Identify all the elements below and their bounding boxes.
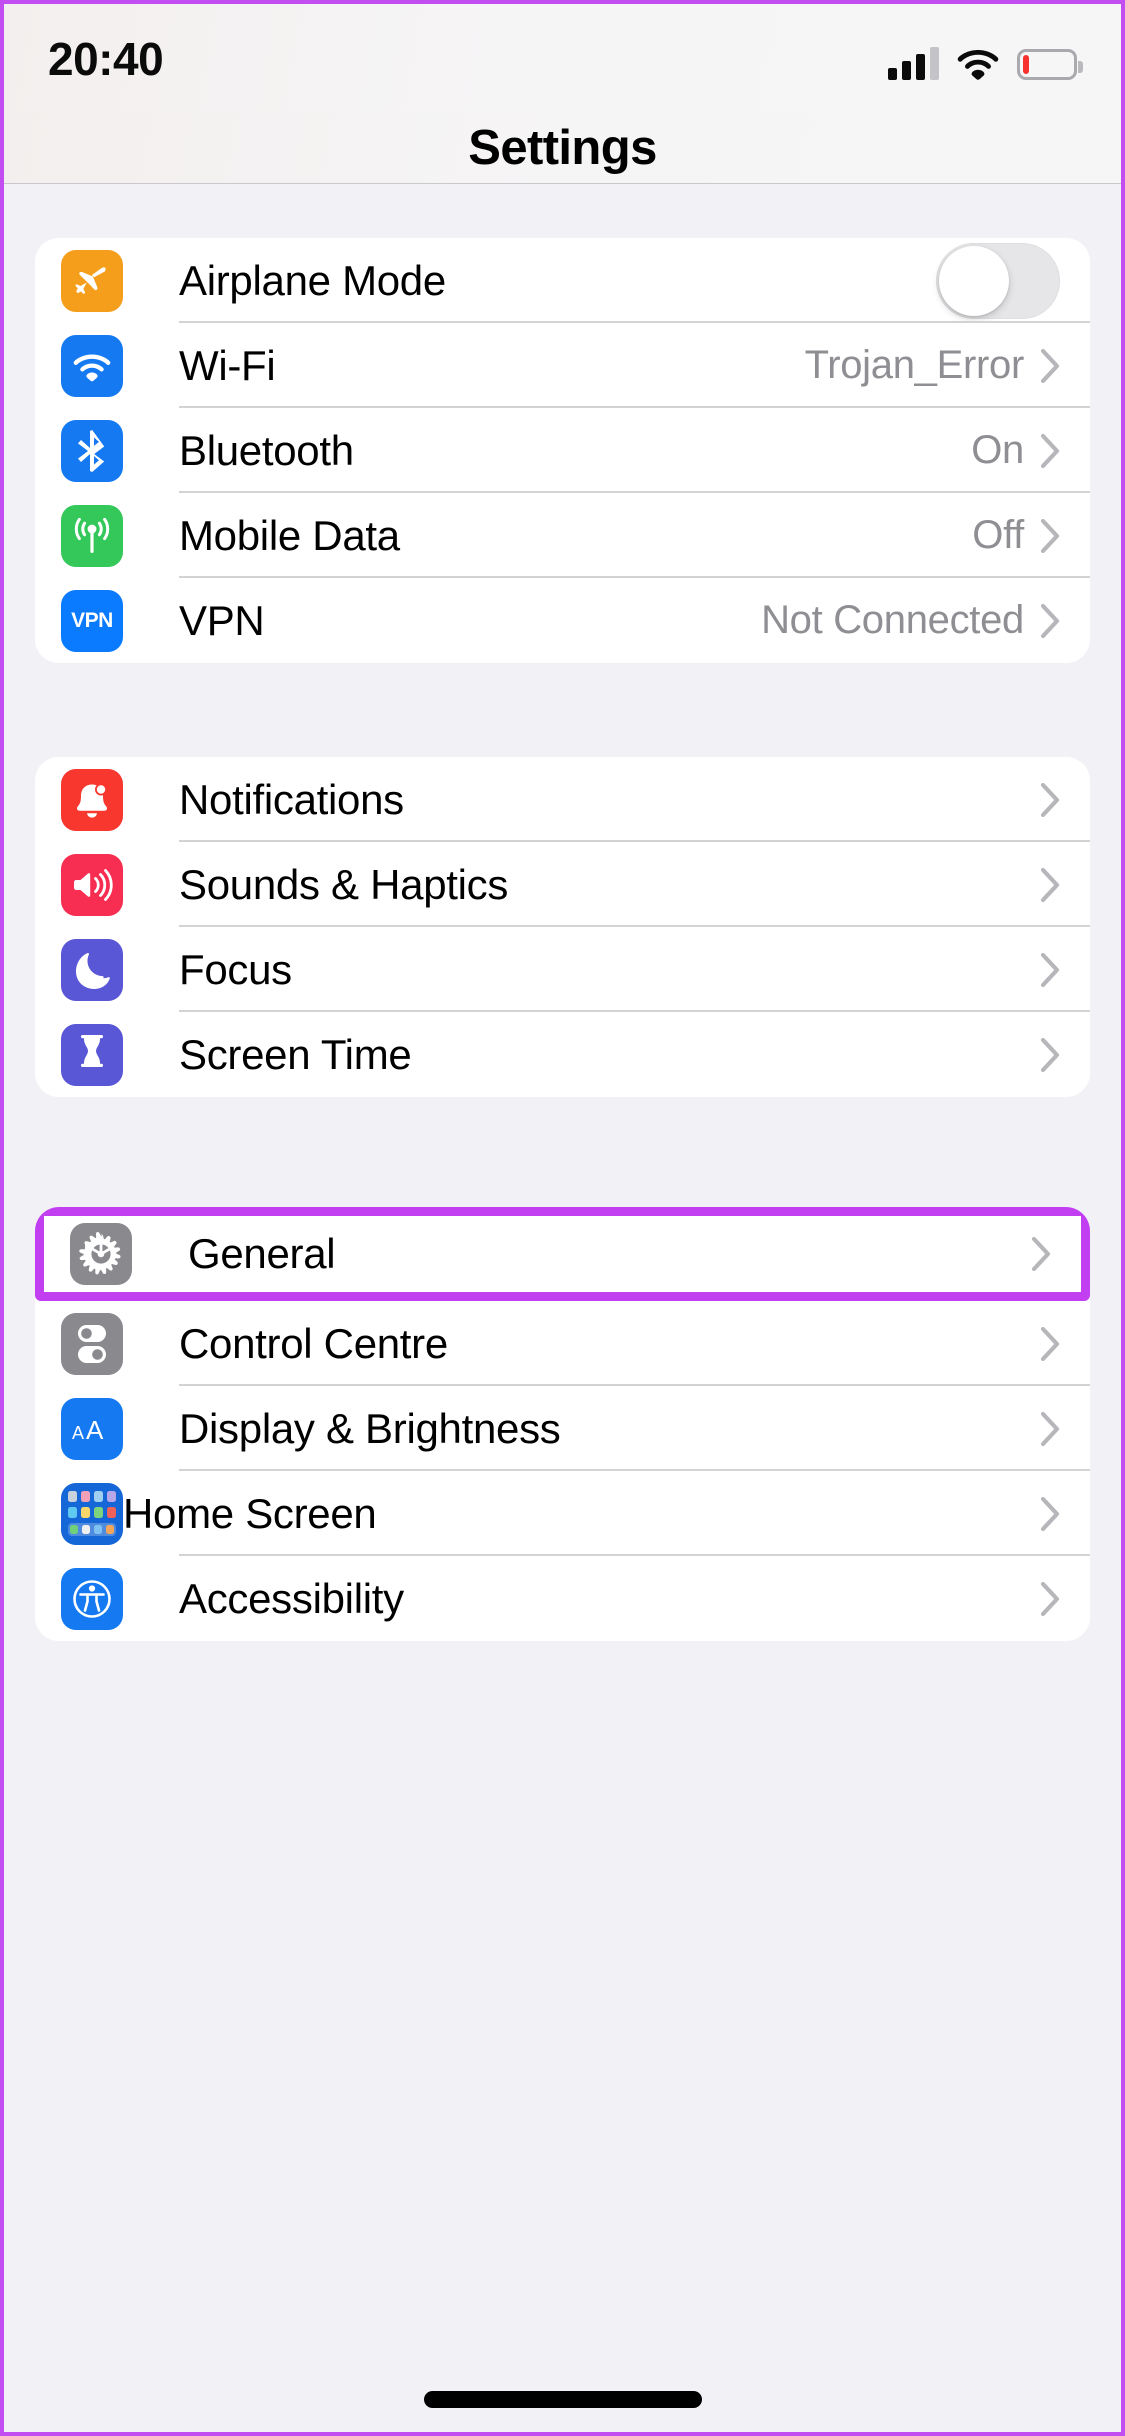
settings-row-airplane-mode[interactable]: Airplane Mode: [35, 238, 1090, 323]
chevron-right-icon: [1040, 1326, 1060, 1361]
wifi-icon: [957, 50, 999, 80]
bluetooth-icon: [61, 419, 123, 482]
chevron-right-icon: [1040, 1037, 1060, 1072]
accessibility-icon: [61, 1567, 123, 1630]
page-title: Settings: [468, 120, 657, 175]
gear-icon: [70, 1223, 132, 1285]
settings-row-vpn[interactable]: VPN VPN Not Connected: [35, 578, 1090, 663]
settings-row-bluetooth[interactable]: Bluetooth On: [35, 408, 1090, 493]
settings-row-label: Home Screen: [123, 1489, 377, 1537]
chevron-right-icon: [1040, 603, 1060, 638]
settings-row-value: Off: [972, 513, 1024, 557]
display-brightness-icon: A A: [61, 1397, 123, 1460]
settings-row-label: Accessibility: [179, 1574, 404, 1622]
status-bar: 20:40: [4, 4, 1121, 112]
airplane-mode-toggle[interactable]: [936, 242, 1060, 319]
chevron-right-icon: [1040, 1496, 1060, 1531]
control-centre-icon: [61, 1312, 123, 1375]
chevron-right-icon: [1040, 348, 1060, 383]
chevron-right-icon: [1040, 518, 1060, 553]
settings-row-label: Airplane Mode: [179, 256, 446, 304]
wifi-icon: [61, 334, 123, 397]
settings-list: Airplane Mode Wi-Fi Trojan_Error Bluetoo…: [4, 184, 1121, 2431]
settings-row-label: General: [188, 1230, 336, 1277]
settings-row-label: Screen Time: [179, 1030, 412, 1078]
chevron-right-icon: [1040, 867, 1060, 902]
settings-row-value: On: [971, 428, 1024, 472]
settings-row-home-screen[interactable]: Home Screen: [35, 1471, 1090, 1556]
settings-row-focus[interactable]: Focus: [35, 927, 1090, 1012]
chevron-right-icon: [1040, 1411, 1060, 1446]
hourglass-icon: [61, 1023, 123, 1086]
settings-row-label: Focus: [179, 945, 292, 993]
cellular-signal-icon: [888, 46, 939, 80]
airplane-icon: [61, 249, 123, 312]
cellular-icon: [61, 504, 123, 567]
settings-group-system: General Control Centre A A Display & Bri…: [35, 1207, 1090, 1641]
status-bar-indicators: [888, 34, 1083, 80]
settings-row-label: Display & Brightness: [179, 1404, 561, 1452]
settings-group-connectivity: Airplane Mode Wi-Fi Trojan_Error Bluetoo…: [35, 238, 1090, 663]
settings-row-value: Not Connected: [761, 598, 1024, 642]
moon-icon: [61, 938, 123, 1001]
home-indicator: [423, 2391, 702, 2408]
settings-row-screen-time[interactable]: Screen Time: [35, 1012, 1090, 1097]
settings-row-label: Wi-Fi: [179, 341, 276, 389]
home-screen-icon: [61, 1482, 123, 1545]
general-row-highlight-box: General: [35, 1207, 1090, 1301]
chevron-right-icon: [1040, 952, 1060, 987]
bell-icon: [61, 768, 123, 831]
settings-row-display-brightness[interactable]: A A Display & Brightness: [35, 1386, 1090, 1471]
settings-row-wifi[interactable]: Wi-Fi Trojan_Error: [35, 323, 1090, 408]
vpn-icon: VPN: [61, 589, 123, 652]
settings-row-label: Sounds & Haptics: [179, 860, 509, 908]
settings-row-general[interactable]: General: [44, 1216, 1081, 1292]
settings-row-label: VPN: [179, 596, 265, 644]
speaker-icon: [61, 853, 123, 916]
settings-row-control-centre[interactable]: Control Centre: [35, 1301, 1090, 1386]
status-bar-clock: 20:40: [48, 33, 164, 85]
iphone-settings-screen: 20:40 Settings Airplane Mode Wi-Fi Troja…: [0, 0, 1125, 2436]
svg-text:A: A: [86, 1415, 104, 1445]
battery-icon: [1017, 49, 1083, 80]
settings-row-mobile-data[interactable]: Mobile Data Off: [35, 493, 1090, 578]
chevron-right-icon: [1040, 433, 1060, 468]
settings-row-label: Mobile Data: [179, 511, 400, 559]
settings-row-label: Control Centre: [179, 1319, 448, 1367]
settings-group-alerts: Notifications Sounds & Haptics Focus Scr…: [35, 757, 1090, 1097]
settings-row-sounds-haptics[interactable]: Sounds & Haptics: [35, 842, 1090, 927]
settings-row-value: Trojan_Error: [804, 343, 1025, 387]
chevron-right-icon: [1031, 1237, 1051, 1271]
chevron-right-icon: [1040, 1581, 1060, 1616]
svg-text:A: A: [72, 1423, 84, 1443]
settings-row-notifications[interactable]: Notifications: [35, 757, 1090, 842]
settings-row-label: Bluetooth: [179, 426, 354, 474]
settings-row-label: Notifications: [179, 775, 404, 823]
nav-bar: Settings: [4, 112, 1121, 184]
settings-row-accessibility[interactable]: Accessibility: [35, 1556, 1090, 1641]
chevron-right-icon: [1040, 782, 1060, 817]
